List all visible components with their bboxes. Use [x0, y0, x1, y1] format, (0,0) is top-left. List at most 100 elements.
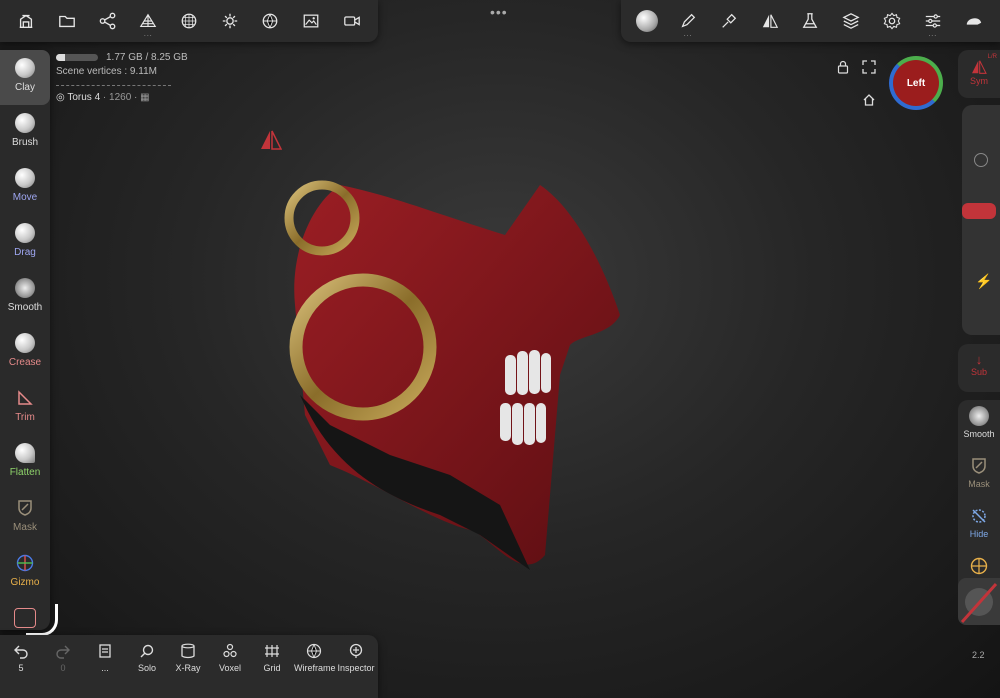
- sliders-button[interactable]: ...: [918, 6, 948, 38]
- sub-button[interactable]: ↓ Sub: [958, 344, 1000, 392]
- home-icon[interactable]: [862, 93, 876, 107]
- search-icon: [140, 644, 154, 658]
- material-button[interactable]: [255, 6, 285, 36]
- image-icon: [302, 12, 320, 30]
- tool-crease[interactable]: Crease: [0, 325, 50, 380]
- tool-flatten[interactable]: Flatten: [0, 435, 50, 490]
- lock-icon[interactable]: [836, 60, 850, 74]
- tool-label: Drag: [14, 247, 36, 258]
- memory-bar: [56, 53, 98, 61]
- tool-trim[interactable]: Trim: [0, 380, 50, 435]
- brush-settings-button[interactable]: [714, 6, 744, 36]
- flask-button[interactable]: [795, 6, 825, 36]
- tool-drag[interactable]: Drag: [0, 215, 50, 270]
- object-row[interactable]: ◎ Torus 4 · 1260 · ▦: [56, 92, 188, 103]
- xray-icon: [181, 643, 195, 659]
- tool-clay[interactable]: Clay: [0, 50, 50, 105]
- cap-button[interactable]: [959, 6, 989, 36]
- sub-label: Sub: [970, 367, 987, 377]
- right-toolbar: Sym L/R ⚡ ↓ Sub Smooth Mask Hide: [958, 50, 1000, 630]
- redo-count: 0: [60, 663, 66, 673]
- tool-brush[interactable]: Brush: [0, 105, 50, 160]
- settings-button[interactable]: [877, 6, 907, 36]
- info-divider: [56, 85, 171, 86]
- bottom-item-solo[interactable]: Solo: [127, 643, 167, 673]
- sym-button[interactable]: Sym L/R: [958, 50, 1000, 98]
- mask-icon: [18, 500, 32, 516]
- drag-icon: [15, 223, 35, 243]
- tool-mask[interactable]: Mask: [0, 490, 50, 545]
- folder-icon: [58, 12, 76, 30]
- quick-mask-label: Mask: [968, 479, 990, 489]
- quick-smooth[interactable]: Smooth: [958, 400, 1000, 439]
- slider-handle[interactable]: [962, 203, 996, 219]
- bottom-item-grid[interactable]: Grid: [252, 643, 292, 673]
- quick-mask[interactable]: Mask: [958, 450, 1000, 489]
- redo-button[interactable]: 0: [43, 643, 83, 673]
- share-icon: [99, 12, 117, 30]
- scene-icon: [17, 12, 35, 30]
- tool-label: Trim: [15, 412, 35, 423]
- stroke-button[interactable]: ...: [673, 6, 703, 38]
- symmetry-button[interactable]: [755, 6, 785, 36]
- alpha-disabled-icon: [960, 582, 998, 624]
- flatten-icon: [15, 443, 35, 463]
- quick-hide[interactable]: Hide: [958, 500, 1000, 539]
- object-name: Torus 4: [67, 92, 101, 103]
- sub-arrow-icon: ↓: [975, 352, 983, 367]
- smooth-icon: [969, 406, 989, 426]
- bottom-item-label: X-Ray: [175, 663, 201, 673]
- undo-button[interactable]: 5: [1, 643, 41, 673]
- sym-label: Sym: [970, 76, 988, 86]
- fullscreen-icon[interactable]: [862, 60, 876, 74]
- voxel-icon: [223, 643, 237, 658]
- layers-icon: [842, 12, 860, 30]
- bottom-item-wireframe[interactable]: Wireframe: [294, 643, 336, 673]
- symmetry-plane-icon: [261, 130, 282, 150]
- clay-icon: [15, 58, 35, 78]
- topology-button[interactable]: ...: [133, 6, 163, 38]
- scene-button[interactable]: [11, 6, 41, 36]
- bottom-item-xray[interactable]: X-Ray: [168, 643, 208, 673]
- redo-icon: [56, 645, 70, 659]
- gizmo-icon: [970, 557, 988, 575]
- inspector-icon: [349, 643, 363, 658]
- top-left-toolbar: ...: [0, 0, 378, 42]
- tool-label: Move: [12, 192, 38, 203]
- layers-button[interactable]: [836, 6, 866, 36]
- bottom-item-voxel[interactable]: Voxel: [210, 643, 250, 673]
- right-quick-tools: Smooth Mask Hide: [958, 400, 1000, 625]
- view-cube[interactable]: Left: [889, 56, 943, 110]
- material-ball-icon: [636, 10, 659, 32]
- material-ball-button[interactable]: [632, 6, 662, 36]
- more-dots-icon[interactable]: •••: [490, 4, 508, 20]
- memory-text: 1.77 GB / 8.25 GB: [106, 52, 188, 63]
- bottom-item-inspector[interactable]: Inspector: [336, 643, 376, 673]
- stroke-more: ...: [683, 31, 693, 38]
- share-button[interactable]: [93, 6, 123, 36]
- toolbar-resize-handle[interactable]: [26, 604, 58, 636]
- mask-icon: [972, 458, 986, 474]
- tool-smooth[interactable]: Smooth: [0, 270, 50, 325]
- mesh-button[interactable]: [174, 6, 204, 36]
- brush-alpha-preview[interactable]: [958, 578, 1000, 625]
- image-button[interactable]: [296, 6, 326, 36]
- object-count: · 1260 ·: [102, 92, 138, 103]
- wireframe-icon: [306, 643, 322, 659]
- stroke-icon: [679, 12, 697, 30]
- symmetry-icon: [761, 12, 779, 30]
- sculpt-model[interactable]: [270, 175, 630, 585]
- bottom-item-layers[interactable]: ...: [85, 643, 125, 673]
- files-button[interactable]: [52, 6, 82, 36]
- camera-button[interactable]: [337, 6, 367, 36]
- move-icon: [15, 168, 35, 188]
- intensity-icon: ⚡: [975, 273, 993, 289]
- light-button[interactable]: [215, 6, 245, 36]
- tool-move[interactable]: Move: [0, 160, 50, 215]
- quick-gizmo[interactable]: [958, 550, 1000, 579]
- tool-gizmo[interactable]: Gizmo: [0, 545, 50, 600]
- tool-label: Clay: [14, 82, 35, 93]
- layers-icon: [99, 644, 111, 658]
- brush-size-slider[interactable]: ⚡: [962, 105, 1000, 335]
- bottom-item-label: Voxel: [218, 663, 242, 673]
